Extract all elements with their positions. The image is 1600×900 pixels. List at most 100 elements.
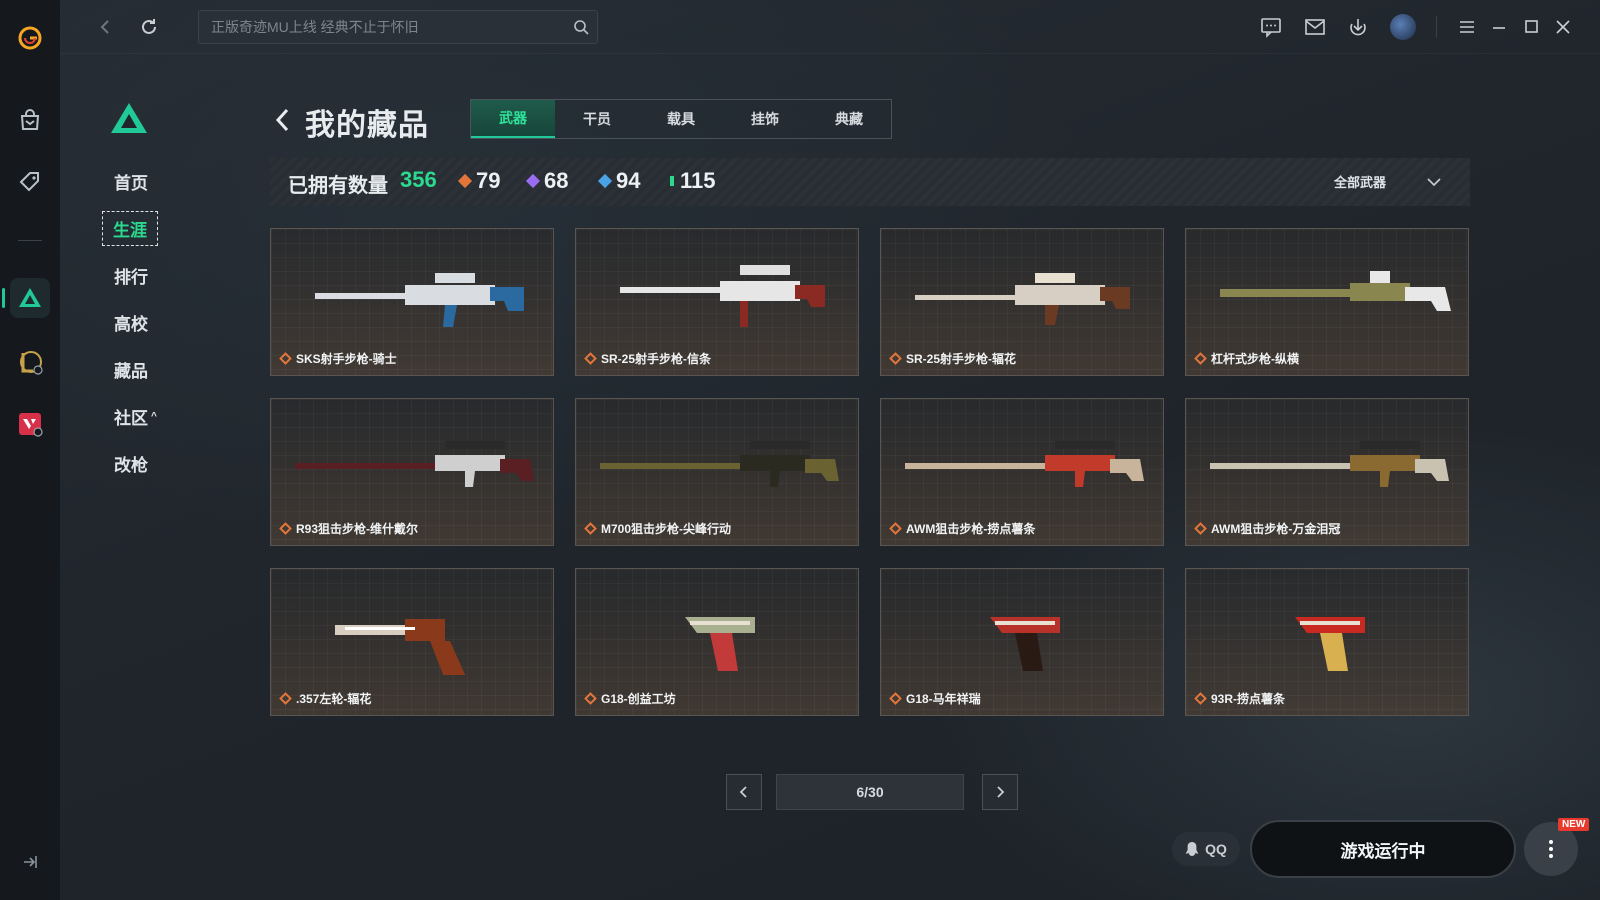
weapon-card[interactable]: 93R-捞点薯条 xyxy=(1185,568,1469,716)
prev-page-button[interactable] xyxy=(726,774,762,810)
delta-game-icon[interactable] xyxy=(2,278,50,318)
lol-game-icon[interactable] xyxy=(10,342,50,382)
maximize-icon[interactable] xyxy=(1518,14,1544,40)
subnav-collection[interactable]: 藏品 xyxy=(102,346,182,393)
weapon-name: SKS射手步枪-骑士 xyxy=(296,352,397,366)
subnav-home[interactable]: 首页 xyxy=(102,158,182,205)
bag-icon[interactable] xyxy=(10,100,50,140)
user-avatar[interactable] xyxy=(1390,14,1416,40)
owned-count-total: 356 xyxy=(400,167,437,192)
rarity-diamond-icon xyxy=(597,173,613,189)
weapon-image xyxy=(990,617,1060,671)
subnav-gunsmith[interactable]: 改枪 xyxy=(102,440,182,487)
subnav-university[interactable]: 高校 xyxy=(102,299,182,346)
minimize-icon[interactable] xyxy=(1486,14,1512,40)
weapon-card-label: SR-25射手步枪-辐花 xyxy=(889,350,1016,367)
topbar-divider xyxy=(1436,16,1437,38)
tab-vehicles[interactable]: 载具 xyxy=(639,100,723,138)
owned-count-label: 已拥有数量 xyxy=(288,175,388,197)
page-title: 我的藏品 xyxy=(305,109,429,142)
weapon-card-label: 93R-捞点薯条 xyxy=(1194,690,1286,707)
weapon-card[interactable]: SKS射手步枪-骑士 xyxy=(270,228,554,376)
chevron-left-icon xyxy=(739,786,747,798)
weapon-name: 93R-捞点薯条 xyxy=(1211,692,1286,706)
game-running-button[interactable]: 游戏运行中 xyxy=(1250,820,1516,878)
rarity-blue-count: 94 xyxy=(597,168,640,194)
weapon-name: 杠杆式步枪-纵横 xyxy=(1211,352,1299,366)
weapon-card[interactable]: AWM狙击步枪-捞点薯条 xyxy=(880,398,1164,546)
mail-icon[interactable] xyxy=(1302,14,1328,40)
tag-icon[interactable] xyxy=(10,162,50,202)
weapon-filter-dropdown[interactable]: 全部武器 xyxy=(1334,172,1442,191)
refresh-icon[interactable] xyxy=(136,14,162,40)
weapon-card-label: G18-马年祥瑞 xyxy=(889,690,981,707)
subnav-career[interactable]: 生涯 xyxy=(102,205,182,252)
tab-charms[interactable]: 挂饰 xyxy=(723,100,807,138)
rarity-diamond-icon xyxy=(1194,692,1207,705)
weapon-name: SR-25射手步枪-信条 xyxy=(601,352,712,366)
rarity-gold-count: 79 xyxy=(457,168,500,194)
chevron-up-icon: ^ xyxy=(151,411,157,422)
download-icon[interactable] xyxy=(1345,14,1371,40)
tab-archive[interactable]: 典藏 xyxy=(807,100,891,138)
rarity-diamond-icon xyxy=(889,352,902,365)
weapon-name: G18-创益工坊 xyxy=(601,692,676,706)
weapon-name: R93狙击步枪-维什戴尔 xyxy=(296,522,419,536)
subnav-community[interactable]: 社区 ^ xyxy=(102,393,182,440)
weapon-image xyxy=(915,273,1130,325)
weapon-card[interactable]: SR-25射手步枪-辐花 xyxy=(880,228,1164,376)
weapon-card[interactable]: R93狙击步枪-维什戴尔 xyxy=(270,398,554,546)
back-nav-icon[interactable] xyxy=(92,14,118,40)
qq-icon xyxy=(1185,842,1199,856)
rarity-diamond-icon xyxy=(457,173,473,189)
next-page-button[interactable] xyxy=(982,774,1018,810)
category-tabs: 武器 干员 载具 挂饰 典藏 xyxy=(470,99,892,139)
weapon-card-label: AWM狙击步枪-捞点薯条 xyxy=(889,520,1035,537)
weapon-card-label: .357左轮-辐花 xyxy=(279,690,372,707)
weapon-image xyxy=(295,441,534,487)
app-logo-icon[interactable] xyxy=(10,18,50,58)
weapon-card-label: AWM狙击步枪-万金泪冠 xyxy=(1194,520,1340,537)
weapon-card[interactable]: 杠杆式步枪-纵横 xyxy=(1185,228,1469,376)
chat-icon[interactable] xyxy=(1258,14,1284,40)
close-icon[interactable] xyxy=(1550,14,1576,40)
page-indicator: 6/30 xyxy=(776,774,964,810)
weapon-image xyxy=(315,273,524,327)
weapon-card[interactable]: SR-25射手步枪-信条 xyxy=(575,228,859,376)
collection-stats-bar: 已拥有数量 356 79 68 94 115 全部武器 xyxy=(270,158,1470,206)
rarity-diamond-icon xyxy=(1194,522,1207,535)
rarity-diamond-icon xyxy=(584,352,597,365)
weapon-card-label: SR-25射手步枪-信条 xyxy=(584,350,712,367)
weapon-name: .357左轮-辐花 xyxy=(296,692,372,706)
rarity-diamond-icon xyxy=(889,692,902,705)
weapon-grid: SKS射手步枪-骑士 SR-25射手步枪-信条 SR-25射手步枪-辐花 杠杆式… xyxy=(270,228,1470,716)
weapon-card[interactable]: AWM狙击步枪-万金泪冠 xyxy=(1185,398,1469,546)
search-input[interactable] xyxy=(199,11,597,43)
rarity-purple-count: 68 xyxy=(525,168,568,194)
search-icon[interactable] xyxy=(573,19,589,35)
qq-button[interactable]: QQ xyxy=(1172,832,1240,866)
weapon-name: M700狙击步枪-尖峰行动 xyxy=(601,522,732,536)
top-bar xyxy=(60,0,1600,54)
valorant-game-icon[interactable] xyxy=(10,404,50,444)
weapon-card[interactable]: M700狙击步枪-尖峰行动 xyxy=(575,398,859,546)
search-box[interactable] xyxy=(198,10,598,44)
tab-weapons[interactable]: 武器 xyxy=(471,100,555,138)
weapon-card-label: 杠杆式步枪-纵横 xyxy=(1194,350,1299,367)
subnav-ranking[interactable]: 排行 xyxy=(102,252,182,299)
tab-operators[interactable]: 干员 xyxy=(555,100,639,138)
weapon-image xyxy=(335,619,466,675)
page-back-icon[interactable] xyxy=(272,106,294,134)
collapse-sidebar-icon[interactable] xyxy=(20,852,40,872)
chevron-down-icon xyxy=(1427,177,1441,186)
rarity-diamond-icon xyxy=(279,522,292,535)
weapon-image xyxy=(600,441,839,487)
chevron-right-icon xyxy=(997,786,1005,798)
weapon-card-label: R93狙击步枪-维什戴尔 xyxy=(279,520,419,537)
weapon-card[interactable]: .357左轮-辐花 xyxy=(270,568,554,716)
menu-icon[interactable] xyxy=(1454,14,1480,40)
sub-navigation: 首页 生涯 排行 高校 藏品 社区 ^ 改枪 xyxy=(102,158,182,487)
delta-brand-logo xyxy=(111,103,147,133)
weapon-card[interactable]: G18-创益工坊 xyxy=(575,568,859,716)
weapon-card[interactable]: G18-马年祥瑞 xyxy=(880,568,1164,716)
